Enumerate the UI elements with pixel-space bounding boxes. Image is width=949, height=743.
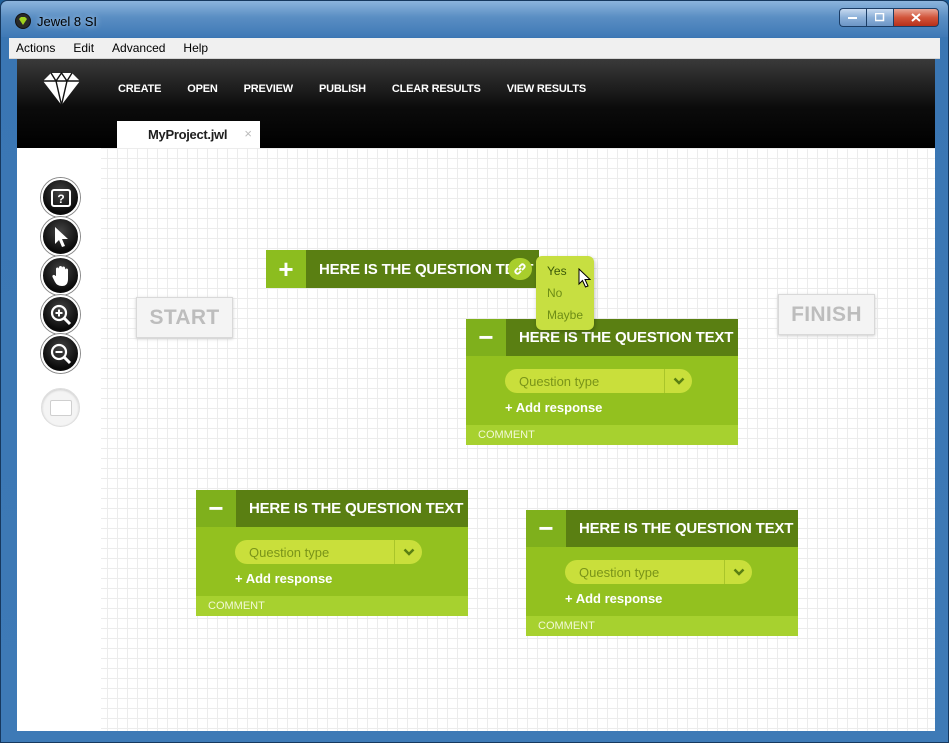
chevron-down-icon (394, 540, 422, 564)
add-response-link[interactable]: + Add response (235, 571, 332, 586)
zoom-in-icon (50, 304, 71, 325)
link-button[interactable] (508, 258, 532, 280)
select-tool-button[interactable] (41, 217, 80, 256)
tab-close-icon[interactable]: × (244, 126, 252, 141)
diamond-logo-icon (41, 71, 82, 112)
question-type-select[interactable]: Question type (565, 560, 752, 584)
chevron-down-icon (664, 369, 692, 393)
popup-option-yes[interactable]: Yes (547, 264, 567, 278)
zoom-out-icon (50, 343, 71, 364)
select-arrow-icon (54, 226, 68, 247)
question-block[interactable]: − HERE IS THE QUESTION TEXT Question typ… (196, 490, 468, 616)
comment-bar[interactable]: COMMENT (196, 596, 468, 616)
question-type-placeholder: Question type (579, 564, 660, 580)
zoom-out-button[interactable] (41, 334, 80, 373)
question-type-placeholder: Question type (249, 544, 330, 560)
app-logo-icon (15, 13, 31, 29)
nav-open[interactable]: OPEN (187, 83, 218, 95)
start-node[interactable]: START (136, 297, 233, 338)
expand-toggle-button[interactable]: + (266, 250, 306, 288)
menu-actions[interactable]: Actions (9, 41, 62, 55)
help-tool-button[interactable]: ? (41, 178, 80, 217)
question-title: HERE IS THE QUESTION TEXT (566, 510, 798, 547)
tab-myproject[interactable]: MyProject.jwl × (117, 121, 260, 148)
menu-edit[interactable]: Edit (66, 41, 101, 55)
comment-bar[interactable]: COMMENT (466, 425, 738, 445)
question-type-select[interactable]: Question type (505, 369, 692, 393)
collapsed-question[interactable]: + HERE IS THE QUESTION TEXT (266, 250, 539, 288)
zoom-in-button[interactable] (41, 295, 80, 334)
minimize-button[interactable] (839, 8, 866, 27)
help-icon: ? (50, 188, 71, 207)
main-toolbar: CREATE OPEN PREVIEW PUBLISH CLEAR RESULT… (17, 59, 935, 148)
link-icon (514, 263, 526, 275)
svg-text:?: ? (57, 192, 64, 206)
mouse-cursor-icon (578, 268, 592, 288)
nav-view-results[interactable]: VIEW RESULTS (507, 83, 586, 95)
question-title: HERE IS THE QUESTION TEXT (306, 250, 539, 288)
question-block[interactable]: − HERE IS THE QUESTION TEXT Question typ… (466, 319, 738, 445)
menu-advanced[interactable]: Advanced (105, 41, 172, 55)
question-title: HERE IS THE QUESTION TEXT (236, 490, 468, 527)
chevron-down-icon (724, 560, 752, 584)
menu-bar: Actions Edit Advanced Help (9, 38, 940, 59)
question-type-placeholder: Question type (519, 373, 600, 389)
nav-create[interactable]: CREATE (118, 83, 161, 95)
window-controls (839, 8, 939, 27)
finish-node[interactable]: FINISH (778, 294, 875, 335)
popup-option-maybe[interactable]: Maybe (547, 308, 583, 322)
title-bar: Jewel 8 SI (1, 1, 948, 37)
question-block[interactable]: − HERE IS THE QUESTION TEXT Question typ… (526, 510, 798, 636)
toolbar-nav: CREATE OPEN PREVIEW PUBLISH CLEAR RESULT… (118, 83, 612, 95)
collapse-toggle-button[interactable]: − (526, 510, 566, 547)
question-type-select[interactable]: Question type (235, 540, 422, 564)
comment-bar[interactable]: COMMENT (526, 616, 798, 636)
maximize-button[interactable] (866, 8, 893, 27)
nav-clear-results[interactable]: CLEAR RESULTS (392, 83, 481, 95)
collapse-toggle-button[interactable]: − (466, 319, 506, 356)
shape-tool-button[interactable] (41, 388, 80, 427)
collapse-toggle-button[interactable]: − (196, 490, 236, 527)
tab-label: MyProject.jwl (148, 127, 228, 142)
nav-preview[interactable]: PREVIEW (244, 83, 294, 95)
window-title: Jewel 8 SI (37, 14, 97, 29)
menu-help[interactable]: Help (176, 41, 215, 55)
pan-tool-button[interactable] (41, 256, 80, 295)
shape-icon (49, 399, 72, 416)
popup-option-no[interactable]: No (547, 286, 562, 300)
close-button[interactable] (893, 8, 939, 27)
flow-canvas[interactable]: ? START FINISH + HERE IS THE QUESTION TE… (17, 148, 935, 731)
add-response-link[interactable]: + Add response (565, 591, 662, 606)
hand-pan-icon (51, 265, 68, 286)
add-response-link[interactable]: + Add response (505, 400, 602, 415)
nav-publish[interactable]: PUBLISH (319, 83, 366, 95)
app-window: Jewel 8 SI Actions Edit Advanced Help CR… (0, 0, 949, 743)
